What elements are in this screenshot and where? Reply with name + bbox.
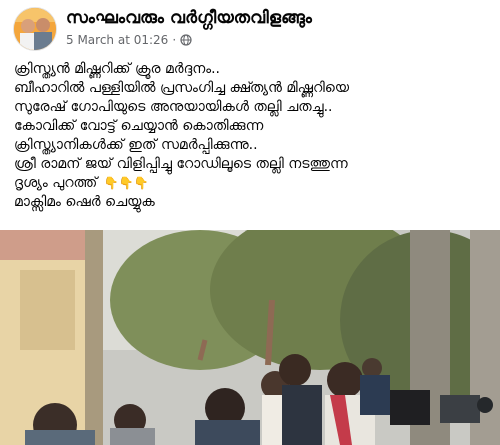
post-photo[interactable] [0,230,500,445]
post-line: കോവിക്ക് വോട്ട് ചെയ്യാൻ കൊതിക്കുന്ന [14,118,264,134]
post-meta: 5 March at 01:26 · [66,33,192,47]
post-date[interactable]: 5 March at 01:26 [66,33,168,47]
post-line: സുരേഷ് ഗോപിയുടെ അനുയായികൾ തല്ലി ചതച്ചു.. [14,99,333,115]
page-avatar[interactable] [14,8,56,50]
meta-separator: · [172,33,177,47]
post-line: ദൃശ്യം പുറത്ത് 👇👇👇 [14,174,494,193]
post-line: ശ്രീ രാമന് ജയ് വിളിപ്പിച്ചു റോഡിലൂടെ തല്… [14,156,348,172]
pointing-down-emoji: 👇👇👇 [103,176,149,190]
post-line-text: ദൃശ്യം പുറത്ത് [14,175,98,191]
post-line: ബീഹാറിൽ പള്ളിയിൽ പ്രസംഗിച്ച ക്ഷ്ത്യൻ മിഷ… [14,80,350,96]
crowd-photo [0,230,500,445]
globe-icon [180,34,192,46]
post-line: ക്രിസ്ത്യാനികൾക്ക് ഇത് സമർപ്പിക്കുന്നു.. [14,137,258,153]
post-body-text: ക്രിസ്ത്യൻ മിഷ്ണറിക്ക് ക്രൂര മർദ്ദനം.. ബ… [14,60,494,212]
post-line: ക്രിസ്ത്യൻ മിഷ്ണറിക്ക് ക്രൂര മർദ്ദനം.. [14,61,220,77]
page-name[interactable]: സംഘംവരും വർഗ്ഗീയതവിളങ്ങും [66,8,312,28]
post-line: മാക്സിമം ഷെർ ചെയ്യുക [14,194,155,210]
post-header: സംഘംവരും വർഗ്ഗീയതവിളങ്ങും 5 March at 01:… [0,0,500,58]
